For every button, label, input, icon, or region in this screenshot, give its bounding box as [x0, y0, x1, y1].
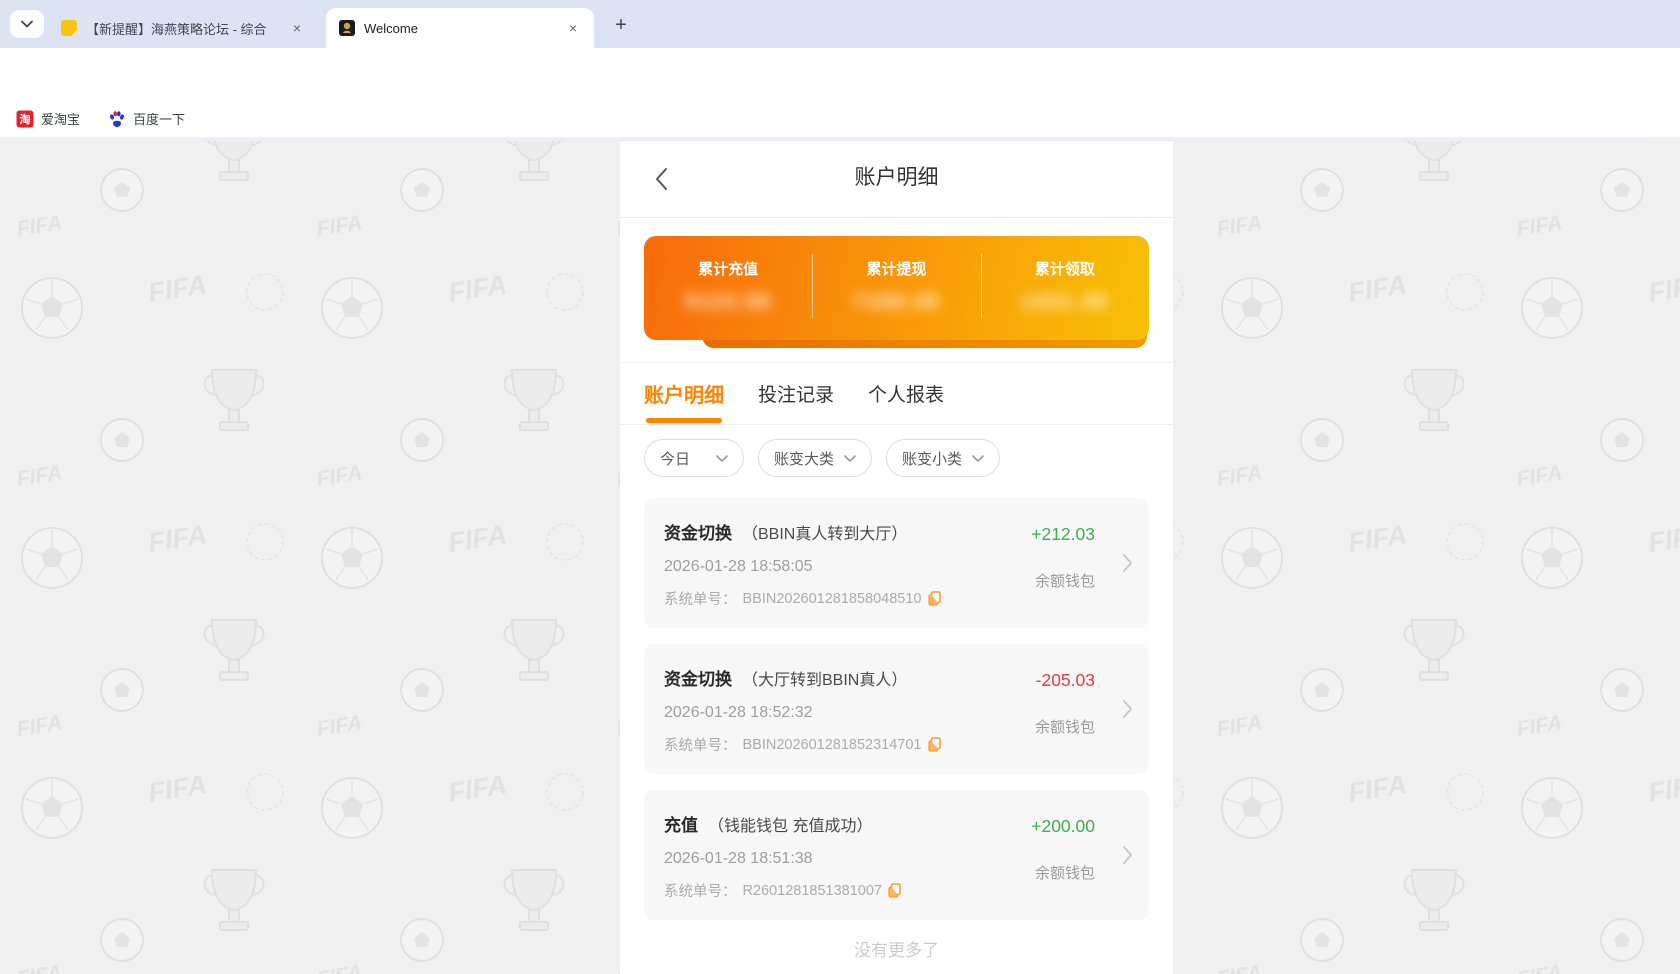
page-header: 账户明细: [620, 138, 1173, 218]
tab-personal-report[interactable]: 个人报表: [868, 380, 944, 407]
transaction-type: 资金切换: [664, 670, 732, 689]
transaction-order-line: 系统单号： R2601281851381007: [664, 880, 1129, 901]
filter-date-dropdown[interactable]: 今日: [644, 439, 744, 477]
filter-label: 今日: [660, 450, 691, 468]
chevron-down-icon: [21, 20, 33, 28]
chevron-right-icon[interactable]: [1122, 699, 1133, 719]
browser-toolbar: ld48.com/reports/index?tab=0: [0, 48, 1680, 141]
summary-label: 累计充值: [698, 261, 759, 278]
yellow-note-icon: [61, 20, 77, 36]
page-title: 账户明细: [854, 166, 939, 189]
transaction-row[interactable]: 资金切换 （BBIN真人转到大厅） 2026-01-28 18:58:05 系统…: [644, 498, 1149, 628]
summary-withdraw: 累计提现 7186.48: [812, 236, 980, 340]
close-icon[interactable]: ×: [288, 19, 306, 37]
transaction-subtitle: （BBIN真人转到大厅）: [742, 526, 908, 543]
chevron-down-icon: [844, 454, 856, 462]
order-label: 系统单号：: [664, 738, 737, 754]
transaction-amount: +212.03: [1031, 524, 1095, 544]
taobao-icon: 淘: [16, 110, 34, 127]
order-number: BBIN202601281852314701: [742, 736, 922, 753]
summary-label: 累计提现: [866, 261, 927, 278]
order-label: 系统单号：: [664, 884, 737, 900]
browser-tab-strip: 【新提醒】海燕策略论坛 - 综合 × Welcome × +: [0, 0, 1680, 48]
svg-text:淘: 淘: [20, 112, 31, 126]
tab-bet-records[interactable]: 投注记录: [758, 380, 834, 407]
tab-account-details[interactable]: 账户明细: [644, 379, 724, 423]
transaction-wallet: 余额钱包: [1034, 573, 1095, 590]
browser-tab-welcome[interactable]: Welcome ×: [326, 8, 594, 48]
transaction-subtitle: （大厅转到BBIN真人）: [742, 672, 908, 689]
filter-major-category-dropdown[interactable]: 账变大类: [758, 439, 872, 477]
transaction-amount: -205.03: [1035, 670, 1095, 690]
tab-title: Welcome: [364, 20, 418, 36]
transaction-order-line: 系统单号： BBIN202601281852314701: [664, 734, 1129, 755]
transaction-amount: +200.00: [1031, 816, 1095, 836]
copy-icon[interactable]: [888, 883, 901, 898]
bookmark-label: 爱淘宝: [41, 112, 81, 127]
filter-label: 账变小类: [902, 450, 963, 468]
bookmarks-bar: 淘 爱淘宝 百度一下: [0, 100, 1680, 138]
order-label: 系统单号：: [664, 592, 737, 608]
transaction-list: 资金切换 （BBIN真人转到大厅） 2026-01-28 18:58:05 系统…: [620, 477, 1173, 961]
account-details-panel: 账户明细 累计充值 5123.58 累计提现 7186.48 累计领取 1431…: [620, 138, 1173, 974]
summary-value-blurred: 5123.58: [685, 291, 772, 313]
summary-card-wrap: 累计充值 5123.58 累计提现 7186.48 累计领取 1431.48: [644, 236, 1149, 348]
close-icon[interactable]: ×: [564, 19, 582, 37]
bookmark-label: 百度一下: [133, 112, 186, 127]
dark-emblem-icon: [339, 20, 355, 36]
transaction-right-block: +200.00 余额钱包: [1031, 816, 1095, 883]
new-tab-button[interactable]: +: [608, 12, 634, 38]
no-more-label: 没有更多了: [854, 941, 939, 960]
chevron-down-icon: [716, 454, 728, 462]
bookmark-baidu[interactable]: 百度一下: [108, 109, 185, 128]
tab-title: 【新提醒】海燕策略论坛 - 综合: [86, 21, 267, 37]
bookmark-aitaobao[interactable]: 淘 爱淘宝: [16, 109, 80, 128]
transaction-wallet: 余额钱包: [1034, 719, 1095, 736]
transaction-right-block: -205.03 余额钱包: [1035, 670, 1095, 737]
order-number: BBIN202601281858048510: [742, 590, 922, 607]
summary-value-blurred: 7186.48: [853, 291, 940, 313]
chevron-right-icon[interactable]: [1122, 845, 1133, 865]
transaction-order-line: 系统单号： BBIN202601281858048510: [664, 588, 1129, 609]
transaction-type: 资金切换: [664, 524, 732, 543]
chevron-right-icon[interactable]: [1122, 553, 1133, 573]
back-nav-button[interactable]: [648, 166, 674, 192]
summary-card: 累计充值 5123.58 累计提现 7186.48 累计领取 1431.48: [644, 236, 1149, 340]
filter-row: 今日 账变大类 账变小类: [620, 425, 1173, 477]
transaction-row[interactable]: 资金切换 （大厅转到BBIN真人） 2026-01-28 18:52:32 系统…: [644, 644, 1149, 774]
copy-icon[interactable]: [927, 737, 941, 752]
transaction-row[interactable]: 充值 （钱能钱包 充值成功） 2026-01-28 18:51:38 系统单号：…: [644, 790, 1149, 920]
chevron-down-icon: [972, 454, 984, 462]
transaction-subtitle: （钱能钱包 充值成功）: [708, 818, 873, 835]
summary-deposit: 累计充值 5123.58: [644, 236, 812, 340]
tab-search-button[interactable]: [10, 10, 44, 38]
copy-icon[interactable]: [927, 591, 941, 606]
transaction-wallet: 余额钱包: [1034, 865, 1095, 882]
transaction-type: 充值: [664, 816, 698, 835]
browser-tab-forum[interactable]: 【新提醒】海燕策略论坛 - 综合 ×: [48, 8, 318, 48]
summary-claimed: 累计领取 1431.48: [980, 236, 1149, 340]
order-number: R2601281851381007: [742, 882, 883, 899]
transaction-right-block: +212.03 余额钱包: [1031, 524, 1095, 591]
back-chevron-icon: [656, 168, 667, 190]
filter-label: 账变大类: [774, 450, 835, 468]
screen: FIFA FIFA: [0, 0, 1680, 974]
summary-value-blurred: 1431.48: [1021, 291, 1108, 313]
baidu-paw-icon: [110, 110, 125, 127]
filter-minor-category-dropdown[interactable]: 账变小类: [886, 439, 1000, 477]
summary-label: 累计领取: [1034, 261, 1095, 278]
report-tabs: 账户明细 投注记录 个人报表: [620, 363, 1173, 425]
